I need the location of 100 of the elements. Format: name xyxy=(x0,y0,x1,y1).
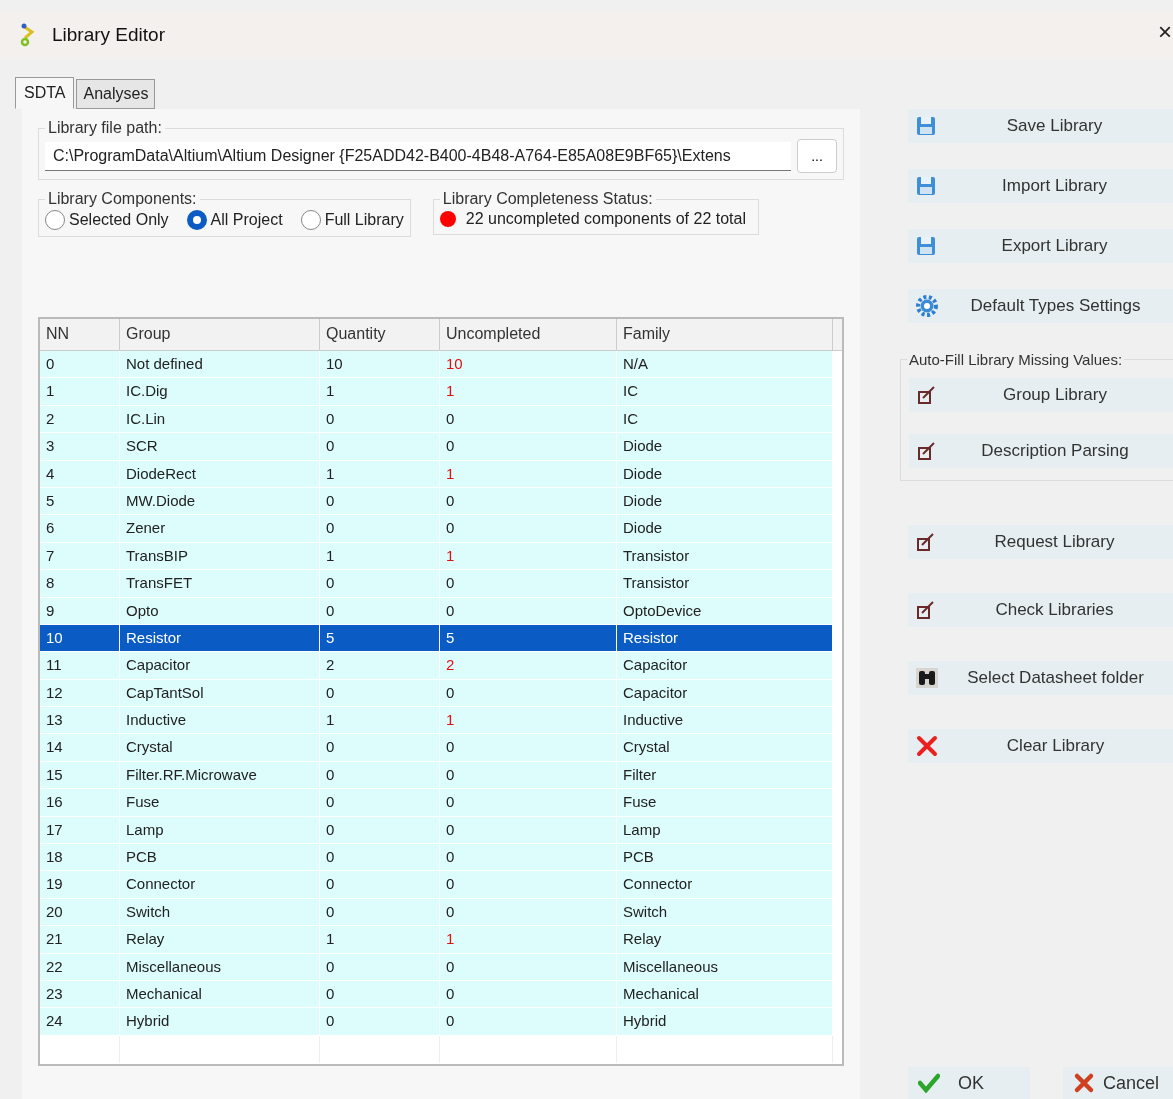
radio-button[interactable] xyxy=(186,210,207,230)
tab[interactable]: Analyses xyxy=(76,79,156,109)
table-row[interactable]: 7 TransBIP 1 1 Transistor xyxy=(40,542,842,571)
table-row[interactable]: 16 Fuse 0 0 Fuse xyxy=(40,789,842,817)
table-row[interactable]: 3 SCR 0 0 Diode xyxy=(40,433,842,461)
table-row[interactable]: 8 TransFET 0 0 Transistor xyxy=(40,570,842,598)
table-row[interactable]: 9 Opto 0 0 OptoDevice xyxy=(40,597,842,625)
table-cell: 0 xyxy=(320,570,440,598)
table-cell: Capacitor xyxy=(120,652,320,680)
table-cell: Connector xyxy=(120,871,320,899)
table-row[interactable]: 21 Relay 1 1 Relay xyxy=(40,926,842,954)
table-cell: 1 xyxy=(320,460,440,488)
browse-button[interactable]: ... xyxy=(797,139,837,173)
table-cell: Hybrid xyxy=(617,1008,833,1036)
table-cell: 0 xyxy=(440,487,617,516)
table-cell: 0 xyxy=(40,351,120,379)
table-cell: Filter.RF.Microwave xyxy=(120,761,320,790)
table-cell: Diode xyxy=(617,487,833,516)
radio-option[interactable]: Selected Only xyxy=(45,210,169,230)
table-cell: 7 xyxy=(40,542,120,571)
table-cell: 14 xyxy=(40,734,120,762)
table-cell: Mechanical xyxy=(120,981,320,1009)
table-row[interactable]: 23 Mechanical 0 0 Mechanical xyxy=(40,981,842,1009)
table-cell: 0 xyxy=(320,734,440,762)
table-row[interactable]: 24 Hybrid 0 0 Hybrid xyxy=(40,1008,842,1036)
action-button[interactable]: Group Library xyxy=(909,378,1173,412)
table-row[interactable]: 17 Lamp 0 0 Lamp xyxy=(40,816,842,845)
table-cell: Fuse xyxy=(617,789,833,817)
table-cell: 0 xyxy=(320,871,440,899)
table-cell: TransBIP xyxy=(120,542,320,571)
table-row[interactable]: 1 IC.Dig 1 1 IC xyxy=(40,378,842,406)
action-button[interactable]: Clear Library xyxy=(908,729,1173,763)
table-cell: 1 xyxy=(320,707,440,735)
table-cell: Lamp xyxy=(120,816,320,845)
table-row[interactable]: 19 Connector 0 0 Connector xyxy=(40,871,842,899)
tab[interactable]: SDTA xyxy=(15,77,75,109)
table-row[interactable]: 4 DiodeRect 1 1 Diode xyxy=(40,460,842,488)
table-cell: 0 xyxy=(440,871,617,899)
table-cell: 23 xyxy=(40,981,120,1009)
table-cell: Miscellaneous xyxy=(120,953,320,981)
table-cell: Resistor xyxy=(617,624,833,653)
table-cell: 0 xyxy=(320,981,440,1009)
action-button[interactable]: Check Libraries xyxy=(908,593,1173,627)
action-button[interactable]: Export Library xyxy=(908,229,1173,263)
table-cell: 0 xyxy=(440,433,617,461)
table-cell: 5 xyxy=(320,624,440,653)
table-row[interactable]: 12 CapTantSol 0 0 Capacitor xyxy=(40,679,842,708)
radio-option[interactable]: All Project xyxy=(186,210,283,230)
table-cell: 0 xyxy=(440,405,617,434)
radio-button[interactable] xyxy=(300,210,321,230)
table-cell: 9 xyxy=(40,597,120,625)
action-button[interactable]: Description Parsing xyxy=(909,434,1173,468)
table-cell: 0 xyxy=(320,844,440,872)
group-label: Library file path: xyxy=(47,119,163,137)
table-cell: 8 xyxy=(40,570,120,598)
binoculars-icon xyxy=(916,668,938,688)
table-row[interactable]: 2 IC.Lin 0 0 IC xyxy=(40,405,842,434)
table-row[interactable]: 22 Miscellaneous 0 0 Miscellaneous xyxy=(40,953,842,981)
action-button[interactable]: Save Library xyxy=(908,109,1173,143)
dialog-button[interactable]: Cancel xyxy=(1063,1067,1173,1099)
table-cell: 16 xyxy=(40,789,120,817)
table-cell: 0 xyxy=(440,816,617,845)
action-button[interactable]: Default Types Settings xyxy=(908,289,1173,323)
table-cell: 0 xyxy=(320,1008,440,1036)
table-row[interactable]: 0 Not defined 10 10 N/A xyxy=(40,351,842,379)
table-row[interactable]: 5 MW.Diode 0 0 Diode xyxy=(40,487,842,516)
close-button[interactable]: × xyxy=(1158,20,1172,44)
table-cell: 0 xyxy=(320,898,440,927)
radio-option[interactable]: Full Library xyxy=(300,210,404,230)
table-cell: Capacitor xyxy=(617,679,833,708)
table-cell: 17 xyxy=(40,816,120,845)
table-cell: 10 xyxy=(40,624,120,653)
action-button[interactable]: Request Library xyxy=(908,525,1173,559)
edit-checkbox-icon xyxy=(917,441,937,461)
table-cell: 1 xyxy=(440,707,617,735)
edit-checkbox-icon xyxy=(917,385,937,405)
action-button[interactable]: Select Datasheet folder xyxy=(908,661,1173,695)
table-row[interactable]: 14 Crystal 0 0 Crystal xyxy=(40,734,842,762)
table-cell: 0 xyxy=(440,844,617,872)
radio-button[interactable] xyxy=(45,210,65,230)
table-row[interactable]: 13 Inductive 1 1 Inductive xyxy=(40,707,842,735)
table-row[interactable]: 11 Capacitor 2 2 Capacitor xyxy=(40,652,842,680)
table-cell: 4 xyxy=(40,460,120,488)
table-cell: 0 xyxy=(320,953,440,981)
path-field[interactable]: C:\ProgramData\Altium\Altium Designer {F25ADD42-B400-4B48-A764-E85A08E9BF65}\Extens xyxy=(45,141,791,171)
table-cell: 0 xyxy=(320,405,440,434)
table-row[interactable]: 18 PCB 0 0 PCB xyxy=(40,844,842,872)
table-cell: Relay xyxy=(120,926,320,954)
table-row[interactable]: 6 Zener 0 0 Diode xyxy=(40,515,842,543)
table-cell: Diode xyxy=(617,515,833,543)
dialog-button[interactable]: OK xyxy=(908,1067,1030,1099)
table-row[interactable]: 20 Switch 0 0 Switch xyxy=(40,898,842,927)
table-cell: IC.Dig xyxy=(120,378,320,406)
table-row[interactable]: 15 Filter.RF.Microwave 0 0 Filter xyxy=(40,761,842,790)
table-cell: 10 xyxy=(440,351,617,379)
table-row[interactable]: 10 Resistor 5 5 Resistor xyxy=(40,624,842,653)
table-cell: Mechanical xyxy=(617,981,833,1009)
table-cell: Capacitor xyxy=(617,652,833,680)
table-cell: 0 xyxy=(440,953,617,981)
action-button[interactable]: Import Library xyxy=(908,169,1173,203)
